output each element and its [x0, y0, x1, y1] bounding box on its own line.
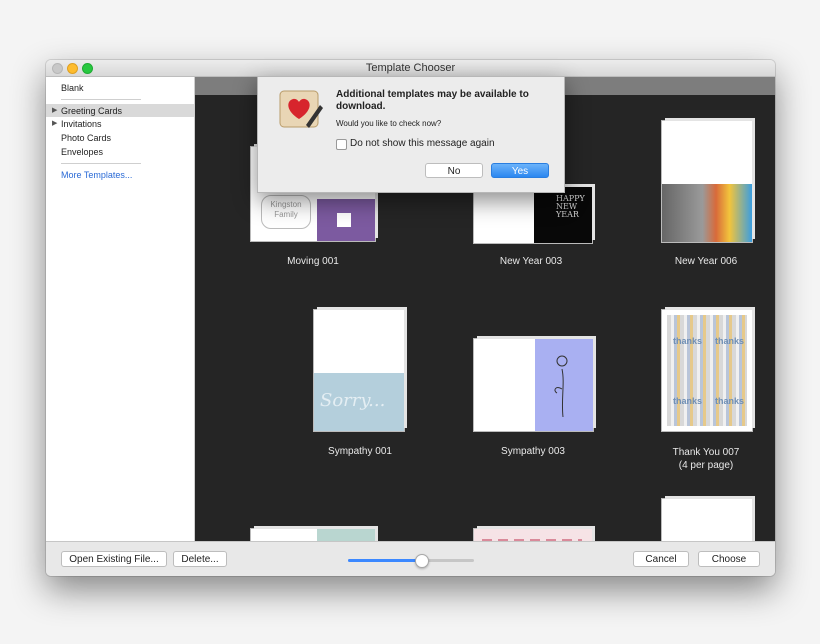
disclosure-triangle-icon[interactable]: ▶ [52, 106, 57, 114]
sidebar-item-label: Invitations [61, 119, 102, 129]
card-art [662, 184, 752, 242]
template-card-partial[interactable] [662, 499, 752, 541]
card-art: Kingston Family [261, 195, 311, 229]
template-label: Sympathy 003 [501, 446, 565, 457]
template-label: Thank You 007 (4 per page) [616, 446, 775, 472]
template-label: New Year 006 [674, 256, 738, 267]
card-text: thanks [673, 336, 703, 346]
download-templates-alert: Additional templates may be available to… [257, 76, 565, 193]
card-text: thanks [715, 336, 745, 346]
card-text: thanks [673, 396, 703, 406]
template-card-thank-you-007[interactable]: thanks thanks thanks thanks [662, 310, 752, 431]
disclosure-triangle-icon[interactable]: ▶ [52, 119, 57, 127]
card-text: Family [274, 210, 298, 219]
template-card-sympathy-001[interactable]: Sorry... [314, 310, 404, 431]
window-title: Template Chooser [365, 62, 456, 74]
zoom-slider[interactable] [348, 554, 474, 568]
cancel-button[interactable]: Cancel [633, 551, 689, 567]
zoom-slider-fill [348, 559, 421, 562]
card-art [667, 315, 747, 426]
choose-button[interactable]: Choose [698, 551, 760, 567]
sidebar-divider [61, 163, 141, 164]
sidebar-item-label: Greeting Cards [61, 106, 123, 116]
card-art [535, 339, 593, 431]
card-art [317, 529, 375, 541]
template-label: Sympathy 001 [328, 446, 392, 457]
card-text: Kingston [270, 200, 302, 209]
sidebar-item-blank[interactable]: Blank [61, 83, 84, 93]
alert-message: Would you like to check now? [336, 119, 442, 128]
template-card-new-year-006[interactable] [662, 121, 752, 242]
template-card-partial[interactable] [474, 529, 592, 541]
qr-code-icon [337, 213, 351, 227]
do-not-show-checkbox[interactable] [336, 139, 347, 150]
bottom-toolbar: Open Existing File... Delete... Cancel C… [46, 541, 775, 576]
card-text: thanks [715, 396, 745, 406]
sidebar-divider [61, 99, 141, 100]
card-text: YEAR [556, 210, 579, 219]
no-button[interactable]: No [425, 163, 483, 178]
card-art: Sorry... [320, 390, 386, 411]
sidebar-item-envelopes[interactable]: Envelopes [61, 147, 103, 157]
do-not-show-label[interactable]: Do not show this message again [350, 138, 495, 149]
sidebar: Blank ▶ Greeting Cards ▶ Invitations Pho… [46, 77, 195, 541]
yes-button[interactable]: Yes [491, 163, 549, 178]
alert-title: Additional templates may be available to… [336, 89, 529, 112]
zoom-slider-knob[interactable] [415, 554, 429, 568]
card-art: HAPPY NEW YEAR [556, 195, 585, 219]
template-card-sympathy-003[interactable] [474, 339, 593, 431]
flower-icon [554, 355, 568, 418]
greeting-card-app-icon [279, 90, 323, 128]
template-card-partial[interactable] [251, 529, 375, 541]
more-templates-link[interactable]: More Templates... [61, 170, 132, 180]
template-label: New Year 003 [499, 256, 563, 267]
sidebar-item-greeting-cards[interactable]: ▶ Greeting Cards [46, 104, 194, 117]
title-bar[interactable]: Template Chooser [46, 60, 775, 77]
sidebar-item-photo-cards[interactable]: Photo Cards [61, 133, 111, 143]
template-label-title: Thank You 007 [672, 447, 740, 458]
open-existing-file-button[interactable]: Open Existing File... [61, 551, 167, 567]
template-label-sub: (4 per page) [678, 460, 734, 471]
template-card-new-year-003[interactable]: HAPPY NEW YEAR [474, 187, 592, 243]
template-label: Moving 001 [287, 256, 339, 267]
delete-button[interactable]: Delete... [173, 551, 227, 567]
